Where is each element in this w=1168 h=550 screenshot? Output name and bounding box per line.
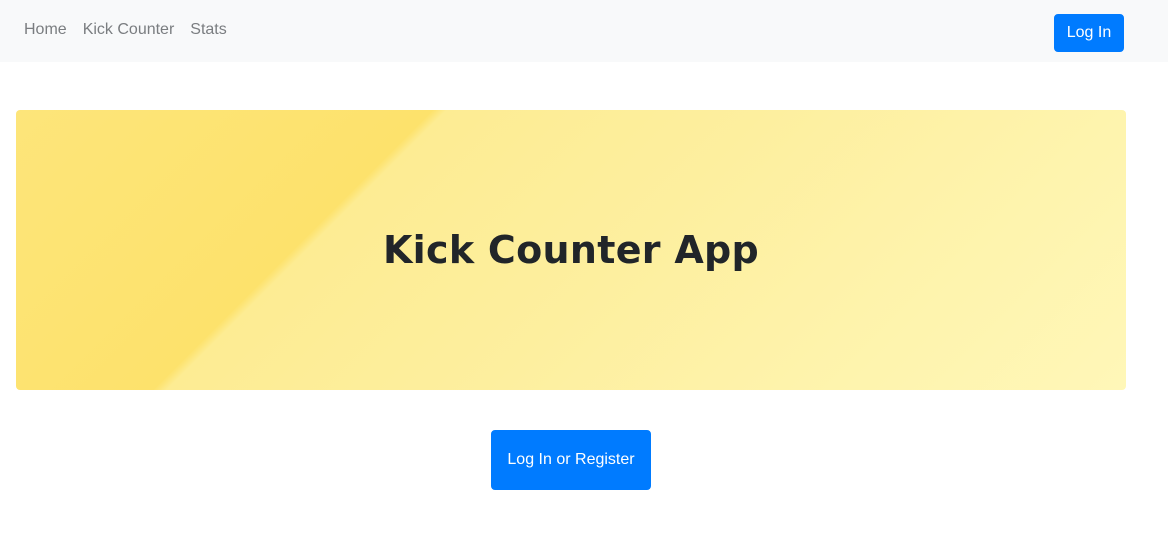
nav-links: Home Kick Counter Stats <box>24 20 227 40</box>
nav-link-home[interactable]: Home <box>24 20 67 40</box>
login-or-register-button[interactable]: Log In or Register <box>491 430 651 490</box>
hero-banner: Kick Counter App <box>16 110 1126 390</box>
login-button[interactable]: Log In <box>1054 14 1124 52</box>
nav-link-kick-counter[interactable]: Kick Counter <box>83 20 175 40</box>
top-navbar: Home Kick Counter Stats Log In <box>0 0 1168 62</box>
page-title: Kick Counter App <box>382 228 760 272</box>
nav-link-stats[interactable]: Stats <box>190 20 226 40</box>
